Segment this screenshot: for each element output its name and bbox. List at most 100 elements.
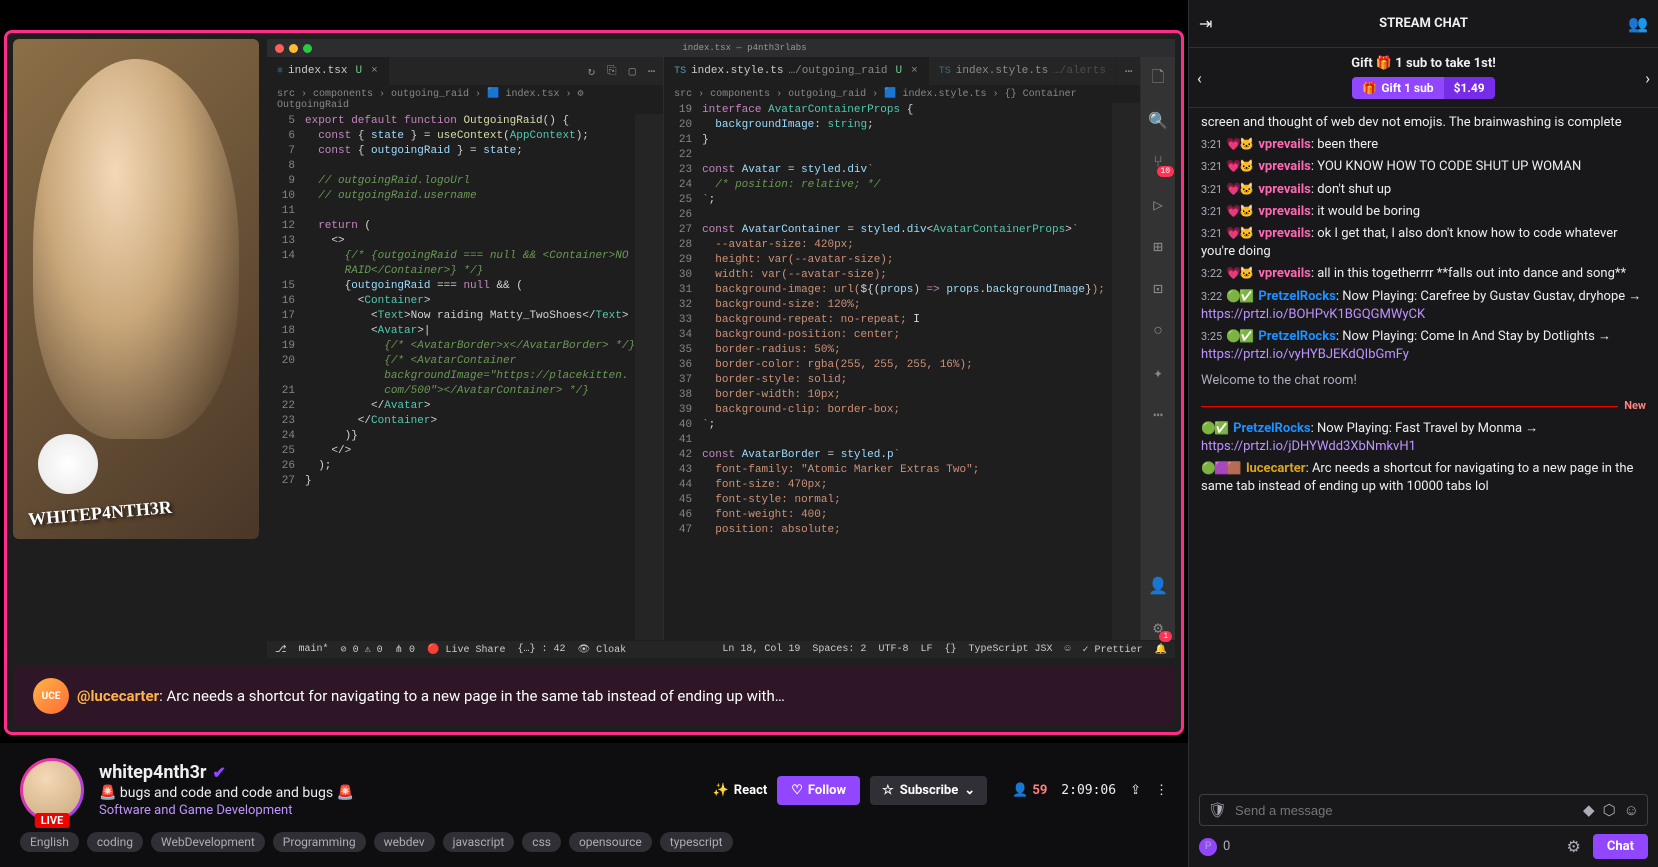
gift-sub-button[interactable]: 🎁 Gift 1 sub xyxy=(1352,77,1443,99)
subscribe-button[interactable]: ☆ Subscribe ⌄ xyxy=(870,776,987,805)
follow-button[interactable]: ♡ Follow xyxy=(777,776,860,805)
chat-messages-list[interactable]: screen and thought of web dev not emojis… xyxy=(1189,108,1658,786)
chat-message: 3:21💗🐱 vprevails: been there xyxy=(1201,136,1646,154)
status-spaces[interactable]: Spaces: 2 xyxy=(812,644,866,656)
status-encoding[interactable]: UTF-8 xyxy=(878,644,908,656)
status-braces-icon[interactable]: {} xyxy=(944,644,956,656)
streamer-avatar[interactable]: LIVE xyxy=(20,758,84,822)
points-icon: P xyxy=(1199,838,1217,856)
window-minimize-icon xyxy=(289,44,298,53)
status-cloak[interactable]: 👁 Cloak xyxy=(577,644,626,656)
chat-username[interactable]: PretzelRocks xyxy=(1258,329,1335,344)
tag-webdevelopment[interactable]: WebDevelopment xyxy=(151,832,265,852)
status-eol[interactable]: LF xyxy=(920,644,932,656)
debug-icon[interactable]: ▷ xyxy=(1146,193,1170,217)
react-button[interactable]: ✨ React xyxy=(713,783,768,798)
close-tab-icon[interactable]: × xyxy=(371,65,378,77)
copilot-icon[interactable]: ✦ xyxy=(1146,361,1170,385)
chat-link[interactable]: https://prtzl.io/BOHPvK1BGQGMWyCK xyxy=(1201,307,1425,322)
status-braces[interactable]: {…} : 42 xyxy=(517,644,565,655)
status-prettier[interactable]: ✓ Prettier xyxy=(1083,644,1143,656)
community-icon[interactable]: 👥 xyxy=(1628,14,1648,33)
tag-opensource[interactable]: opensource xyxy=(569,832,652,852)
star-icon: ☆ xyxy=(882,783,894,798)
collapse-chat-icon[interactable]: ⇥ xyxy=(1199,14,1219,33)
emote-icon[interactable]: ☺ xyxy=(1624,801,1639,819)
chat-message: 3:21💗🐱 vprevails: it would be boring xyxy=(1201,203,1646,221)
status-feedback[interactable]: ☺ xyxy=(1065,644,1071,656)
status-cursor[interactable]: Ln 18, Col 19 xyxy=(722,644,800,656)
search-icon[interactable]: 🔍 xyxy=(1146,109,1170,133)
split-icon[interactable]: ▢ xyxy=(629,64,636,79)
chat-username[interactable]: vprevails xyxy=(1258,137,1310,152)
github-icon[interactable]: ○ xyxy=(1146,319,1170,343)
chat-link[interactable]: https://prtzl.io/vyHYBJEKdQIbGmFy xyxy=(1201,347,1409,362)
gift-prev-icon[interactable]: ‹ xyxy=(1197,68,1202,87)
code-right[interactable]: interface AvatarContainerProps { backgro… xyxy=(702,103,1112,640)
tag-javascript[interactable]: javascript xyxy=(443,832,515,852)
status-branch[interactable]: main* xyxy=(299,644,329,655)
tab-index-style-alerts[interactable]: TS index.style.ts …/alerts xyxy=(929,57,1117,85)
status-lang[interactable]: TypeScript JSX xyxy=(968,644,1052,656)
tag-webdev[interactable]: webdev xyxy=(374,832,435,852)
files-icon[interactable]: 🗋 xyxy=(1146,67,1170,91)
chat-link[interactable]: https://prtzl.io/jDHYWdd3XbNmkvH1 xyxy=(1201,439,1416,454)
chat-input[interactable] xyxy=(1235,803,1575,818)
status-bell-icon[interactable]: 🔔 xyxy=(1155,644,1167,656)
webcam-overlay: WHITEP4NTH3R xyxy=(13,39,259,539)
chat-message: 3:25🟢✅ PretzelRocks: Now Playing: Come I… xyxy=(1201,328,1646,364)
chat-username[interactable]: vprevails xyxy=(1258,182,1310,197)
chat-username[interactable]: vprevails xyxy=(1258,266,1310,281)
tab-index-style-raid[interactable]: TS index.style.ts …/outgoing_raid U × xyxy=(664,57,929,85)
cheer-icon[interactable]: ◆ xyxy=(1583,801,1595,819)
tag-coding[interactable]: coding xyxy=(87,832,143,852)
chat-settings-icon[interactable]: ⚙ xyxy=(1567,837,1581,856)
code-left[interactable]: export default function OutgoingRaid() {… xyxy=(305,114,635,640)
chat-username[interactable]: PretzelRocks xyxy=(1258,289,1335,304)
more-icon[interactable]: ⋯ xyxy=(1125,64,1132,79)
live-badge: LIVE xyxy=(35,813,70,828)
settings-icon[interactable]: ⚙1 xyxy=(1146,616,1170,640)
channel-points[interactable]: P 0 xyxy=(1199,838,1230,856)
compare-icon[interactable]: ⎘ xyxy=(607,64,617,79)
remote-icon[interactable]: ⊡ xyxy=(1146,277,1170,301)
bits-icon[interactable]: ⬡ xyxy=(1603,801,1616,819)
more-icon[interactable]: ⋯ xyxy=(1146,403,1170,427)
more-options-icon[interactable]: ⋮ xyxy=(1155,783,1168,798)
share-icon[interactable]: ⇪ xyxy=(1130,783,1141,798)
tag-css[interactable]: css xyxy=(522,832,561,852)
chat-username[interactable]: PretzelRocks xyxy=(1233,421,1310,436)
sparkle-icon: ✨ xyxy=(713,783,729,798)
chat-username[interactable]: vprevails xyxy=(1258,204,1310,219)
tags-row: English coding WebDevelopment Programming we… xyxy=(20,832,1168,852)
ts-file-icon: TS xyxy=(674,66,686,77)
status-ports[interactable]: ⋔ 0 xyxy=(395,644,415,656)
featured-badge-icon: UCE xyxy=(33,678,69,714)
stream-category[interactable]: Software and Game Development xyxy=(99,803,698,818)
status-errors[interactable]: ⊘ 0 ⚠ 0 xyxy=(341,644,383,656)
tag-english[interactable]: English xyxy=(20,832,79,852)
accounts-icon[interactable]: 👤 xyxy=(1146,574,1170,598)
channel-name[interactable]: whitep4nth3r ✔ xyxy=(99,762,698,783)
minimap-right[interactable] xyxy=(1112,103,1140,640)
status-liveshare[interactable]: 🔴 Live Share xyxy=(427,644,505,656)
source-control-icon[interactable]: ⑂10 xyxy=(1146,151,1170,175)
chat-send-button[interactable]: Chat xyxy=(1593,834,1648,859)
breadcrumb-left[interactable]: src › components › outgoing_raid › 🟦 ind… xyxy=(267,85,663,114)
more-icon[interactable]: ⋯ xyxy=(648,64,655,79)
badge-icon[interactable]: 🛡 xyxy=(1208,801,1227,819)
extensions-icon[interactable]: ⊞ xyxy=(1146,235,1170,259)
tag-programming[interactable]: Programming xyxy=(273,832,366,852)
chat-username[interactable]: lucecarter xyxy=(1246,461,1306,476)
close-tab-icon[interactable]: × xyxy=(911,65,918,77)
timeline-icon[interactable]: ↻ xyxy=(588,64,595,79)
breadcrumb-right[interactable]: src › components › outgoing_raid › 🟦 ind… xyxy=(664,85,1140,103)
gift-next-icon[interactable]: › xyxy=(1645,68,1650,87)
tag-typescript[interactable]: typescript xyxy=(660,832,733,852)
minimap-left[interactable] xyxy=(635,114,663,640)
status-remote[interactable]: ⎇ xyxy=(275,644,287,656)
chat-username[interactable]: vprevails xyxy=(1258,226,1310,241)
chat-username[interactable]: vprevails xyxy=(1258,159,1310,174)
chevron-down-icon: ⌄ xyxy=(964,783,975,798)
tab-index-tsx[interactable]: ⚛ index.tsx U × xyxy=(267,57,389,85)
